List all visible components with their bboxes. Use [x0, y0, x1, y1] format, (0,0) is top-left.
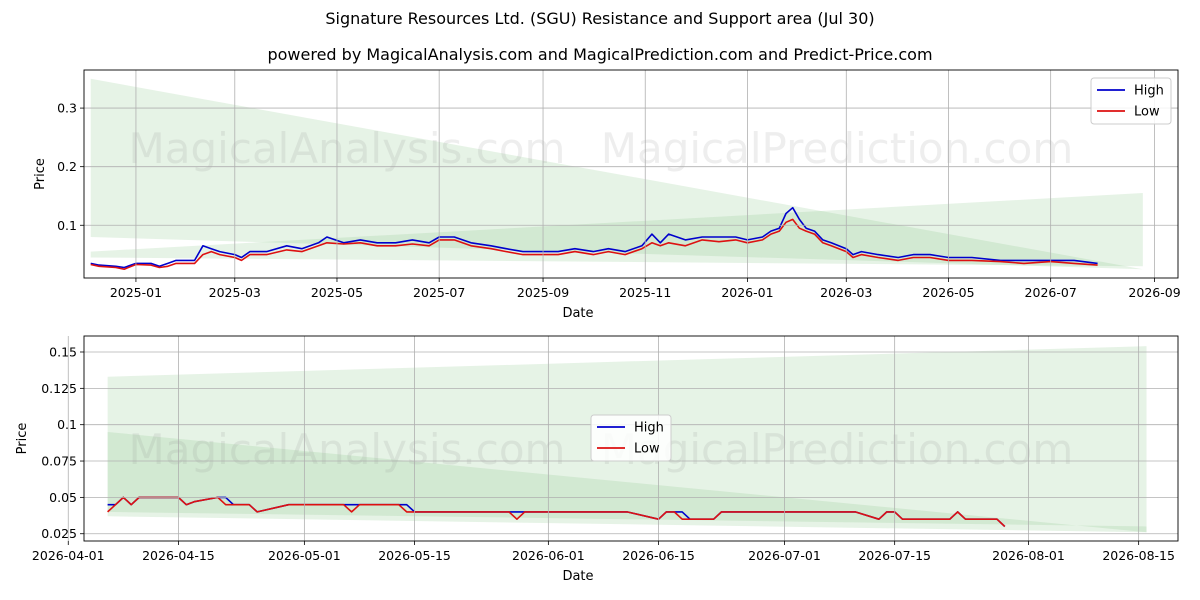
- y-axis-label: Price: [15, 423, 30, 455]
- y-tick-label: 0.075: [41, 454, 77, 469]
- watermark-text: MagicalPrediction.com: [601, 124, 1074, 173]
- x-tick-label: 2026-07-15: [858, 548, 931, 563]
- x-tick-label: 2026-07: [1025, 285, 1077, 300]
- chart-panel-2: MagicalAnalysis.com MagicalPrediction.com…: [15, 335, 1179, 584]
- plot-area: [90, 78, 1143, 270]
- x-tick-label: 2026-01: [721, 285, 773, 300]
- legend: High Low: [590, 414, 672, 462]
- x-tick-label: 2026-05-15: [378, 548, 451, 563]
- y-tick-label: 0.1: [57, 218, 77, 233]
- legend-label: Low: [1134, 105, 1160, 120]
- x-tick-label: 2026-07-01: [748, 548, 821, 563]
- x-tick-label: 2026-04-15: [142, 548, 215, 563]
- x-axis-label: Date: [562, 306, 593, 321]
- x-tick-label: 2026-05-01: [268, 548, 341, 563]
- y-tick-label: 0.1: [57, 417, 77, 432]
- chart-panel-1: MagicalAnalysis.com MagicalPrediction.com…: [33, 69, 1181, 321]
- x-tick-label: 2026-05: [922, 285, 974, 300]
- x-tick-label: 2026-03: [820, 285, 872, 300]
- watermark-text: MagicalPrediction.com: [601, 425, 1074, 474]
- y-tick-label: 0.125: [41, 381, 77, 396]
- legend-label: High: [1134, 84, 1164, 99]
- x-tick-label: 2025-11: [619, 285, 671, 300]
- legend: High Low: [1090, 77, 1172, 125]
- watermark-text: MagicalAnalysis.com: [129, 425, 566, 474]
- x-tick-label: 2026-08-15: [1102, 548, 1175, 563]
- x-tick-label: 2026-08-01: [992, 548, 1065, 563]
- x-tick-label: 2026-09: [1128, 285, 1180, 300]
- x-tick-label: 2025-03: [209, 285, 261, 300]
- x-tick-label: 2025-01: [110, 285, 162, 300]
- y-tick-label: 0.3: [57, 101, 77, 116]
- x-tick-label: 2025-07: [413, 285, 465, 300]
- x-axis-label: Date: [562, 569, 593, 584]
- y-tick-label: 0.15: [49, 344, 77, 359]
- top-chart: MagicalAnalysis.com MagicalPrediction.com…: [15, 69, 1181, 584]
- y-axis-label: Price: [33, 158, 48, 190]
- watermark-text: MagicalAnalysis.com: [129, 124, 566, 173]
- legend-label: High: [634, 421, 664, 436]
- y-tick-label: 0.2: [57, 159, 77, 174]
- x-tick-label: 2025-09: [517, 285, 569, 300]
- x-tick-label: 2026-06-15: [622, 548, 695, 563]
- legend-label: Low: [634, 442, 660, 457]
- x-tick-label: 2026-04-01: [32, 548, 105, 563]
- y-tick-label: 0.025: [41, 526, 77, 541]
- x-tick-label: 2025-05: [311, 285, 363, 300]
- x-tick-label: 2026-06-01: [512, 548, 585, 563]
- y-tick-label: 0.05: [49, 490, 77, 505]
